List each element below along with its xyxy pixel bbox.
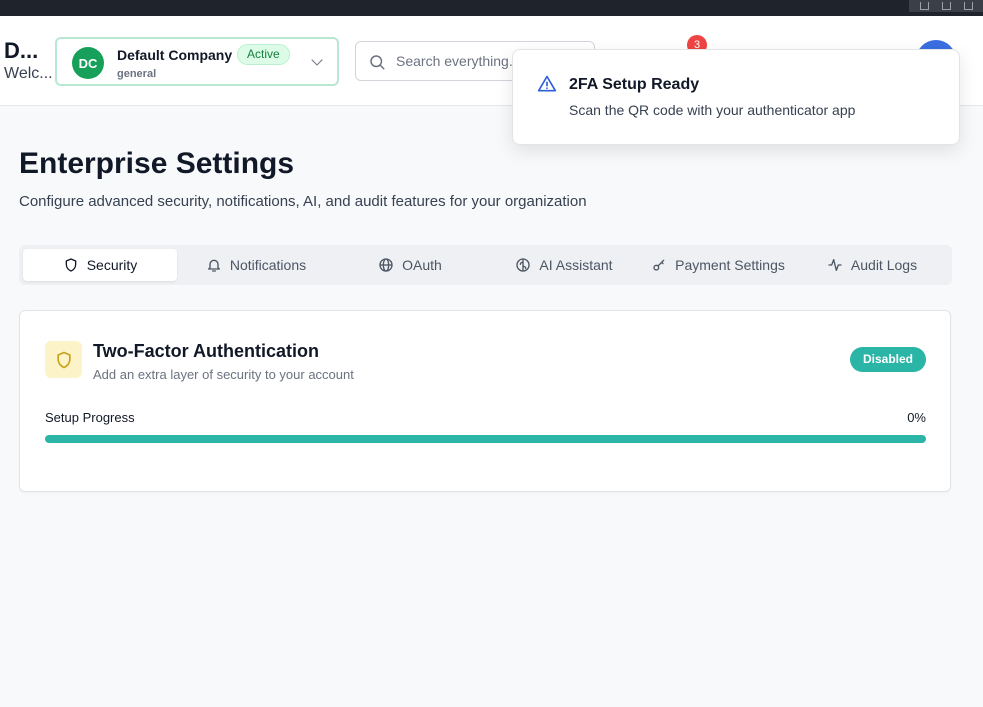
- window-control-icon[interactable]: [963, 2, 973, 10]
- chevron-down-icon: [311, 54, 323, 66]
- tab-audit-logs[interactable]: Audit Logs: [797, 249, 947, 281]
- tab-label: Audit Logs: [850, 257, 918, 273]
- progress-value: 0%: [907, 410, 926, 425]
- card-title: Two-Factor Authentication: [93, 341, 319, 361]
- tab-label: Payment Settings: [675, 257, 785, 273]
- two-factor-card: Two-Factor Authentication Add an extra l…: [19, 310, 951, 492]
- search-icon: [370, 55, 385, 70]
- shield-icon: [65, 258, 77, 272]
- tab-label: AI Assistant: [539, 257, 613, 273]
- window-control-icon[interactable]: [919, 2, 929, 10]
- page-title: Enterprise Settings: [19, 147, 295, 180]
- app-name: D...: [4, 38, 39, 63]
- settings-tabs: Security Notifications OAuth AI Assistan…: [19, 245, 952, 285]
- tab-payment-settings[interactable]: Payment Settings: [643, 249, 793, 281]
- tab-label: OAuth: [402, 257, 442, 273]
- tab-ai-assistant[interactable]: AI Assistant: [489, 249, 639, 281]
- company-switcher[interactable]: DC Default Company general Active: [55, 37, 339, 86]
- globe-icon: [379, 258, 393, 272]
- toast-description: Scan the QR code with your authenticator…: [569, 102, 856, 118]
- key-icon: [653, 259, 665, 271]
- warning-icon: [537, 75, 557, 92]
- welcome-text: Welc...: [4, 65, 53, 82]
- company-name: Default Company: [117, 47, 233, 63]
- tab-label: Notifications: [229, 257, 307, 273]
- window-controls: [909, 0, 983, 12]
- progress-bar: [45, 435, 926, 443]
- tab-notifications[interactable]: Notifications: [181, 249, 331, 281]
- status-badge: Disabled: [849, 347, 926, 372]
- tab-oauth[interactable]: OAuth: [335, 249, 485, 281]
- window-control-icon[interactable]: [941, 2, 951, 10]
- company-avatar: DC: [72, 47, 104, 79]
- brain-icon: [516, 258, 531, 272]
- card-description: Add an extra layer of security to your a…: [93, 367, 354, 382]
- tab-label: Security: [86, 257, 138, 273]
- toast-notification: 2FA Setup Ready Scan the QR code with yo…: [512, 49, 960, 145]
- company-type: general: [117, 68, 157, 80]
- page-subtitle: Configure advanced security, notificatio…: [19, 193, 587, 210]
- bell-icon: [207, 259, 220, 272]
- company-status-badge: Active: [237, 44, 290, 65]
- window-top-strip: [0, 0, 983, 16]
- two-factor-icon-box: [45, 341, 82, 378]
- shield-icon: [56, 351, 71, 368]
- tab-security[interactable]: Security: [23, 249, 177, 281]
- activity-icon: [828, 259, 842, 271]
- toast-title: 2FA Setup Ready: [569, 76, 700, 93]
- brand: D... Welc...: [4, 38, 53, 84]
- progress-label: Setup Progress: [45, 410, 135, 425]
